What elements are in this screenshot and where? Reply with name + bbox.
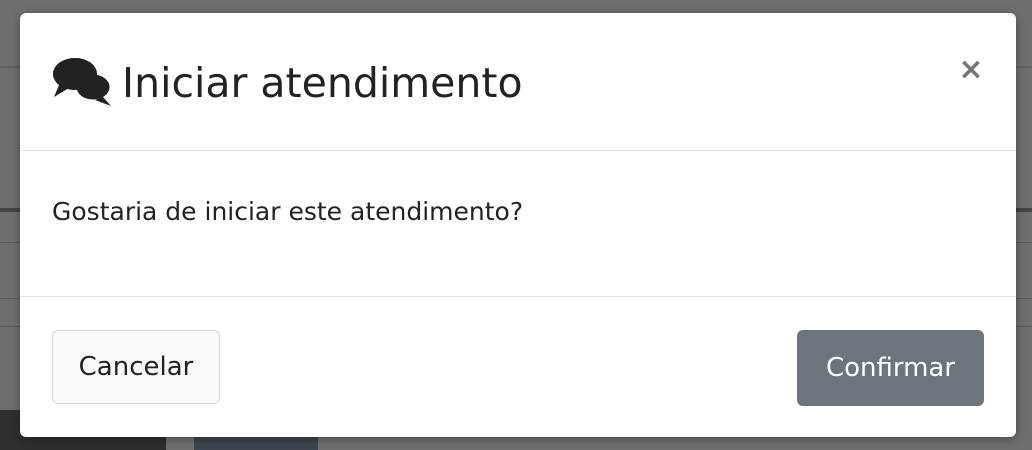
confirm-button[interactable]: Confirmar bbox=[797, 330, 984, 406]
dialog-body: Gostaria de iniciar este atendimento? bbox=[20, 151, 1016, 297]
dialog-title: Iniciar atendimento bbox=[122, 59, 523, 107]
start-service-dialog: Iniciar atendimento × Gostaria de inicia… bbox=[20, 13, 1016, 437]
dialog-header: Iniciar atendimento × bbox=[20, 13, 1016, 151]
dialog-message: Gostaria de iniciar este atendimento? bbox=[52, 197, 524, 226]
cancel-button[interactable]: Cancelar bbox=[52, 330, 220, 404]
close-icon[interactable]: × bbox=[956, 55, 986, 85]
dialog-footer: Cancelar Confirmar bbox=[20, 297, 1016, 437]
comments-icon bbox=[53, 58, 113, 106]
